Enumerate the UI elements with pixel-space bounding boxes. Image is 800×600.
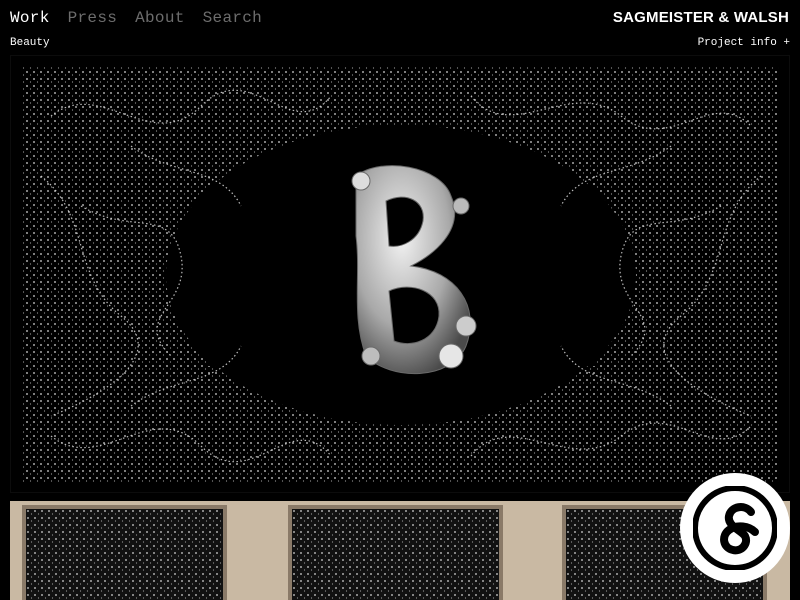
project-info-toggle[interactable]: Project info + (698, 37, 790, 49)
ampersand-logo-icon[interactable] (680, 473, 790, 583)
brand-logo-text[interactable]: SAGMEISTER & WALSH (613, 9, 789, 26)
project-title: Beauty (10, 37, 50, 49)
ampersand-glyph (693, 486, 777, 570)
panel-artwork (292, 509, 499, 600)
nav-item-search[interactable]: Search (203, 8, 262, 28)
installation-photo-strip (10, 501, 790, 600)
hero-image (10, 55, 790, 493)
nav-item-press[interactable]: Press (68, 8, 118, 28)
framed-panel (22, 505, 227, 600)
nav-item-work[interactable]: Work (10, 8, 50, 28)
framed-panel (288, 505, 503, 600)
panel-artwork (26, 509, 223, 600)
nav-menu: Work Press About Search (10, 8, 262, 28)
nav-item-about[interactable]: About (135, 8, 185, 28)
ornamental-artwork (23, 66, 779, 484)
